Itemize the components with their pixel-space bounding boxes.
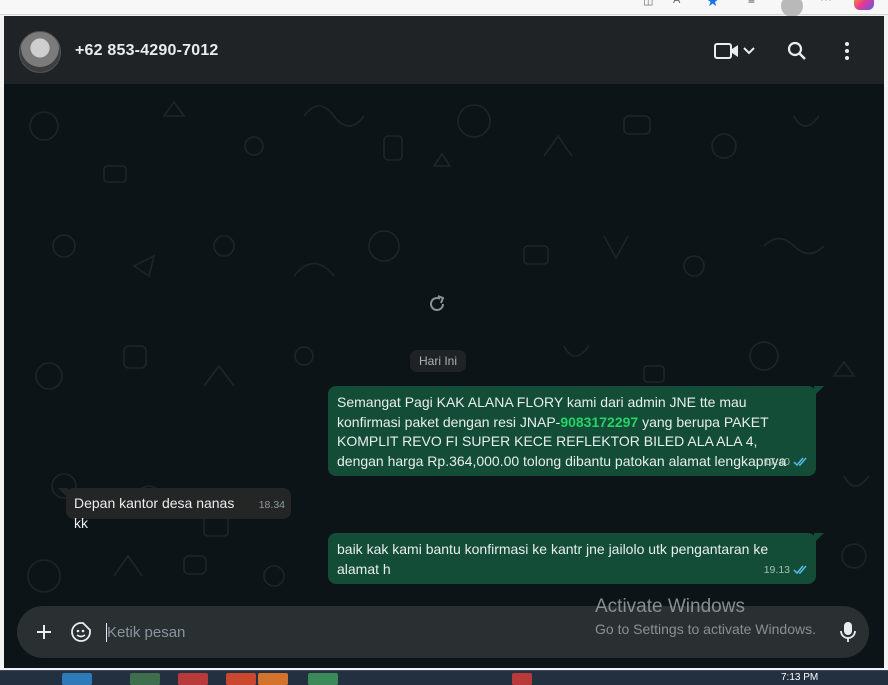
contact-avatar[interactable]	[19, 31, 61, 73]
extensions-icon[interactable]: ≡	[748, 0, 762, 7]
taskbar-app-icon[interactable]	[62, 673, 92, 685]
date-divider: Hari Ini	[410, 350, 467, 372]
bubble-tail	[814, 386, 824, 396]
profile-icon[interactable]	[781, 0, 803, 17]
tracking-number-link[interactable]: 9083172297	[560, 414, 638, 430]
message-bubble-outgoing[interactable]: Semangat Pagi KAK ALANA FLORY kami dari …	[328, 386, 824, 476]
chat-header: +62 853-4290-7012	[4, 16, 884, 84]
message-meta: 18.34	[259, 496, 285, 516]
taskbar-app-icon[interactable]	[178, 673, 208, 685]
message-time: 18.34	[258, 498, 285, 511]
read-ticks-icon	[793, 565, 807, 575]
browser-toolbar-strip: ◫ A ★ ≡ ···	[0, 0, 888, 17]
taskbar-app-icon[interactable]	[226, 673, 256, 685]
voice-message-button[interactable]	[835, 619, 861, 645]
message-time: 17.40	[763, 455, 790, 468]
bubble-tail	[58, 488, 68, 498]
taskbar-app-icon[interactable]	[308, 673, 338, 685]
message-text: baik kak kami bantu konfirmasi ke kantr …	[337, 541, 769, 577]
sticker-icon	[71, 622, 91, 642]
menu-button[interactable]	[832, 36, 862, 66]
search-icon	[787, 41, 806, 60]
font-icon[interactable]: A	[673, 0, 687, 8]
taskbar-clock[interactable]: 7:13 PM	[781, 672, 818, 683]
search-button[interactable]	[782, 36, 812, 66]
refresh-icon	[430, 295, 445, 311]
read-ticks-icon	[793, 457, 807, 467]
activate-windows-subtitle: Go to Settings to activate Windows.	[595, 621, 816, 637]
plus-icon	[37, 625, 51, 639]
microphone-icon	[840, 622, 856, 642]
message-text: Semangat Pagi KAK ALANA FLORY kami dari …	[337, 394, 787, 469]
attach-button[interactable]	[31, 619, 57, 645]
message-time: 19.13	[763, 563, 790, 576]
star-icon[interactable]: ★	[706, 0, 720, 10]
message-meta: 19.13	[764, 561, 809, 581]
bubble-tail	[814, 533, 824, 543]
more-vertical-icon	[845, 42, 849, 60]
message-bubble-outgoing[interactable]: baik kak kami bantu konfirmasi ke kantr …	[328, 533, 824, 584]
video-call-button[interactable]	[710, 36, 762, 66]
taskbar-app-icon[interactable]	[258, 673, 288, 685]
copilot-icon[interactable]	[854, 0, 874, 10]
contact-name[interactable]: +62 853-4290-7012	[75, 42, 219, 60]
windows-taskbar: 7:13 PM	[0, 670, 888, 685]
emoji-button[interactable]	[68, 619, 94, 645]
message-meta: 17.40	[764, 453, 809, 473]
taskbar-app-icon[interactable]	[512, 673, 532, 685]
taskbar-app-icon[interactable]	[130, 673, 160, 685]
more-icon[interactable]: ···	[820, 0, 834, 6]
message-bubble-incoming[interactable]: Depan kantor desa nanas kk 18.34	[58, 488, 291, 531]
chat-window: +62 853-4290-7012 Hari Ini Semangat Pagi…	[4, 16, 884, 668]
video-camera-icon	[714, 43, 755, 59]
activate-windows-title: Activate Windows	[595, 596, 745, 617]
reader-icon[interactable]: ◫	[643, 0, 657, 8]
